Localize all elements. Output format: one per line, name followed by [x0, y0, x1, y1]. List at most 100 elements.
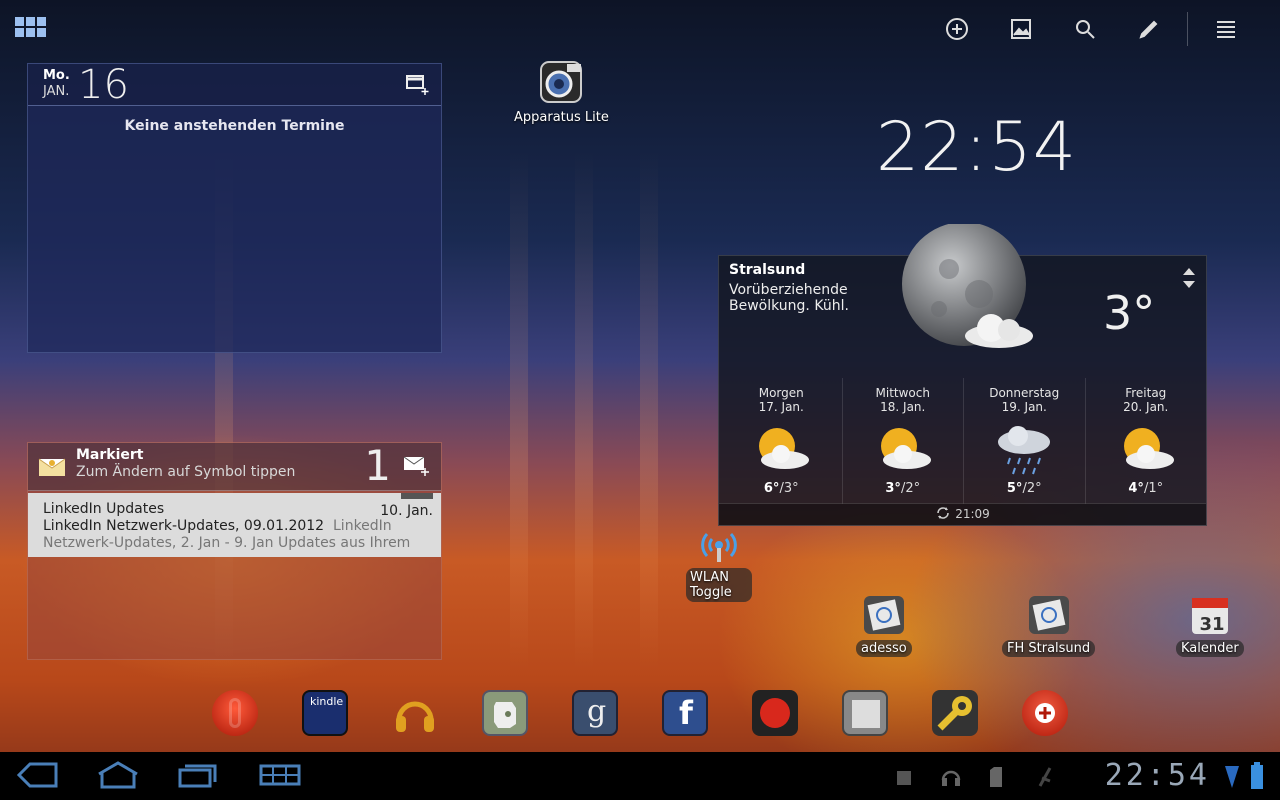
edit-icon [1139, 20, 1158, 39]
app-kalender[interactable]: 31 Kalender [1176, 594, 1244, 657]
weather-widget[interactable]: Stralsund Vorüberziehende Bewölkung. Küh… [718, 222, 1207, 526]
action-bar [925, 12, 1258, 46]
menu-grid-button[interactable] [258, 760, 302, 794]
forecast-high: 3° [885, 481, 901, 496]
forecast-high: 4° [1128, 481, 1144, 496]
wallpaper-stripe [640, 150, 658, 670]
arrow-up-icon[interactable] [1182, 266, 1196, 276]
forecast-day[interactable]: Morgen 17. Jan. 6°/3° [721, 378, 843, 504]
weather-condition: Vorüberziehende Bewölkung. Kühl. [729, 282, 849, 314]
divider [1187, 12, 1188, 46]
app-wlan-toggle[interactable]: WLAN Toggle [686, 524, 752, 602]
sd-card-icon [990, 767, 1002, 787]
all-apps-button[interactable] [12, 14, 46, 40]
no-events-text: Keine anstehenden Termine [124, 118, 345, 134]
wifi-antenna-icon [701, 532, 737, 562]
weather-refresh[interactable]: 21:09 [719, 503, 1206, 525]
forecast-date: 19. Jan. [1001, 400, 1047, 414]
app-apparatus-lite[interactable]: Apparatus Lite [514, 58, 609, 125]
forecast-temps: 6°/3° [721, 481, 842, 496]
recent-apps-icon [178, 764, 217, 788]
facebook-icon[interactable]: f [662, 690, 708, 736]
recent-apps-button[interactable] [176, 760, 220, 794]
email-list-item[interactable]: LinkedIn Updates 10. Jan. LinkedIn Netzw… [28, 493, 441, 557]
music-icon[interactable] [392, 690, 438, 736]
forecast-temps: 5°/2° [964, 481, 1085, 496]
app-adesso[interactable]: adesso [856, 594, 912, 657]
newspaper-shape [852, 700, 880, 728]
headphones-icon [396, 701, 434, 732]
google-icon[interactable]: g [572, 690, 618, 736]
back-icon [16, 762, 58, 788]
app-fh-stralsund[interactable]: FH Stralsund [1002, 594, 1096, 657]
email-hint: Zum Ändern auf Symbol tippen [76, 464, 296, 480]
compose-button[interactable] [403, 455, 429, 481]
envelope-icon[interactable] [38, 453, 66, 477]
scroll-indicator [401, 493, 433, 499]
email-snippet: LinkedIn [333, 518, 392, 534]
settings-icon[interactable] [932, 690, 978, 736]
weather-updated-time: 21:09 [955, 507, 990, 521]
opera-icon[interactable] [212, 690, 258, 736]
add-widget-button[interactable] [925, 12, 989, 46]
app-label: adesso [856, 640, 912, 657]
forecast-date: 17. Jan. [758, 400, 804, 414]
forecast-low: /1° [1143, 481, 1164, 496]
add-app-icon[interactable] [1022, 690, 1068, 736]
kindle-label: kindle [310, 695, 344, 708]
angry-birds-icon[interactable] [752, 690, 798, 736]
news-icon[interactable] [842, 690, 888, 736]
refresh-icon [937, 507, 950, 519]
add-event-button[interactable] [405, 74, 429, 100]
calendar-month: JAN. [43, 84, 70, 99]
calendar-icon: 31 [1191, 598, 1228, 635]
usb-debug-icon [897, 771, 911, 785]
partly-sunny-icon [759, 428, 810, 469]
wallpaper-button[interactable] [989, 12, 1053, 46]
forecast-high: 6° [763, 481, 780, 496]
back-button[interactable] [16, 760, 60, 794]
forecast-day[interactable]: Donnerstag 19. Jan. 5°/2° [964, 378, 1086, 504]
forecast-day-name: Morgen [758, 386, 804, 400]
app-label: Apparatus Lite [514, 110, 609, 125]
svg-text:31: 31 [1199, 614, 1224, 635]
kindle-icon[interactable]: kindle [302, 690, 348, 736]
email-from: LinkedIn Updates [43, 501, 165, 517]
menu-button[interactable] [1194, 12, 1258, 46]
email-snippet: Netzwerk-Updates, 2. Jan - 9. Jan Update… [43, 535, 411, 551]
evernote-icon[interactable] [482, 690, 528, 736]
forecast-day-name: Mittwoch [875, 386, 930, 400]
forecast-temps: 3°/2° [843, 481, 964, 496]
search-button[interactable] [1053, 12, 1117, 46]
edit-button[interactable] [1117, 12, 1181, 46]
partly-sunny-icon [880, 428, 931, 469]
wifi-signal-icon [1225, 766, 1239, 788]
weather-city: Stralsund [729, 262, 806, 278]
forecast-day[interactable]: Freitag 20. Jan. 4°/1° [1086, 378, 1207, 504]
system-bar: 22:54 [0, 752, 1280, 800]
compose-icon [403, 456, 429, 476]
email-subject: LinkedIn Netzwerk-Updates, 09.01.2012 [43, 518, 325, 534]
bird-shape [760, 698, 790, 728]
gear-wrench-icon [937, 696, 972, 731]
forecast-low: /3° [779, 481, 799, 496]
mail-account-icon [1028, 596, 1069, 634]
home-button[interactable] [96, 760, 140, 794]
status-clock[interactable]: 22:54 [1105, 758, 1210, 793]
calendar-header: Mo. JAN. 16 [28, 62, 441, 108]
weather-nav [1182, 266, 1196, 290]
calendar-day-number: 16 [78, 62, 129, 108]
add-event-icon [406, 75, 429, 95]
forecast-day-name: Donnerstag [989, 386, 1060, 400]
email-count: 1 [364, 441, 391, 490]
weather-temperature: 3° [1103, 286, 1156, 340]
mail-account-icon [863, 596, 904, 634]
calendar-day-of-week: Mo. [43, 68, 70, 83]
forecast-day[interactable]: Mittwoch 18. Jan. 3°/2° [843, 378, 964, 504]
calendar-widget[interactable]: Mo. JAN. 16 Keine anstehenden Termine [27, 62, 442, 353]
menu-icon [1217, 21, 1235, 38]
clock-widget[interactable]: 22:54 [876, 108, 1077, 187]
email-widget[interactable]: Markiert Zum Ändern auf Symbol tippen 1 … [27, 441, 442, 660]
app-dock: kindle g f [200, 690, 1080, 742]
arrow-down-icon[interactable] [1182, 280, 1196, 290]
